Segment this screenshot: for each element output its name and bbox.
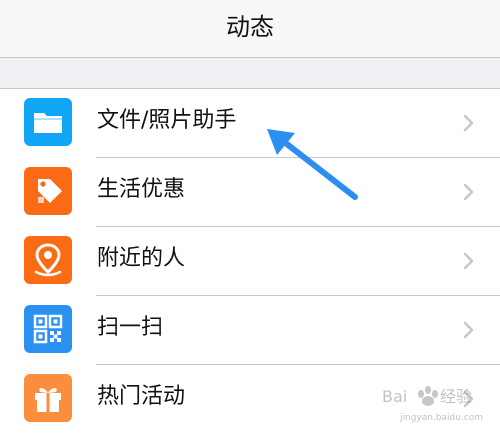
chevron-right-icon [463, 390, 474, 408]
chevron-right-icon [463, 183, 474, 201]
navigation-bar: 动态 [0, 0, 500, 58]
list-item-life-deals[interactable]: 生活优惠 [0, 158, 500, 227]
folder-icon [24, 98, 72, 146]
list-item-label: 热门活动 [97, 384, 186, 409]
feature-list: 文件/照片助手 生活优惠 附近的人 扫一扫 热门活动 [0, 88, 500, 434]
chevron-right-icon [463, 252, 474, 270]
list-item-label: 文件/照片助手 [97, 108, 237, 133]
list-item-label: 扫一扫 [97, 315, 164, 340]
page-title: 动态 [226, 13, 274, 41]
chevron-right-icon [463, 114, 474, 132]
list-item-scan[interactable]: 扫一扫 [0, 296, 500, 365]
price-tag-icon [24, 167, 72, 215]
location-pin-icon [24, 236, 72, 284]
gift-icon [24, 374, 72, 422]
list-item-hot-events[interactable]: 热门活动 [0, 365, 500, 434]
list-item-label: 附近的人 [97, 246, 186, 271]
list-item-people-nearby[interactable]: 附近的人 [0, 227, 500, 296]
qr-code-icon [24, 305, 72, 353]
list-item-label: 生活优惠 [97, 177, 186, 202]
chevron-right-icon [463, 321, 474, 339]
section-gap [0, 58, 500, 88]
list-item-file-photo-assistant[interactable]: 文件/照片助手 [0, 89, 500, 158]
